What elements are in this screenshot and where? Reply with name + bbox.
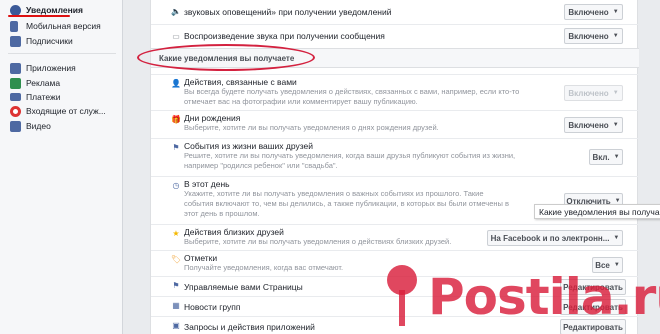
settings-row-birthdays: 🎁 Дни рождения Выберите, хотите ли вы по… [151, 110, 639, 138]
life-events-dropdown[interactable]: Вкл. ▼ [589, 149, 623, 165]
sound-dropdown[interactable]: Включено ▼ [564, 4, 623, 20]
row-title: Управляемые вами Страницы [184, 282, 303, 292]
globe-icon [10, 4, 21, 16]
tooltip: Какие уведомления вы получаете [534, 204, 660, 219]
apps-icon [10, 62, 21, 74]
video-icon [10, 120, 21, 132]
dropdown-label: Включено [568, 88, 609, 98]
settings-sidebar: Уведомления Мобильная версия Подписчики … [0, 0, 123, 334]
row-title: звуковых оповещений» при получении уведо… [184, 7, 392, 17]
row-description: Укажите, хотите ли вы получать уведомлен… [184, 189, 509, 218]
sidebar-item-support-inbox[interactable]: Входящие от служ... [10, 104, 106, 118]
red-underline-mark [8, 15, 70, 17]
sidebar-item-apps[interactable]: Приложения [10, 61, 76, 75]
page-flag-icon: ⚑ [172, 280, 180, 290]
sidebar-item-label: Уведомления [26, 5, 83, 15]
activity-dropdown: Включено ▼ [564, 85, 623, 101]
sidebar-item-label: Мобильная версия [26, 21, 101, 31]
mobile-icon [10, 20, 18, 32]
row-description: Решите, хотите ли вы получать уведомлени… [184, 151, 516, 170]
row-description: Вы всегда будете получать уведомления о … [184, 87, 520, 106]
ads-icon [10, 77, 21, 89]
dropdown-label: Вкл. [592, 152, 610, 162]
caret-down-icon: ▼ [612, 90, 619, 96]
close-friends-dropdown[interactable]: На Facebook и по электронн... ▼ [487, 230, 623, 246]
dropdown-label: На Facebook и по электронн... [490, 233, 610, 243]
app-icon: ▣ [172, 320, 180, 330]
sidebar-item-video[interactable]: Видео [10, 119, 51, 133]
sidebar-item-ads[interactable]: Реклама [10, 76, 60, 90]
dropdown-label: Включено [568, 120, 609, 130]
settings-row-sound-notifications: 🔈 звуковых оповещений» при получении уве… [151, 0, 639, 24]
caret-down-icon: ▼ [613, 235, 620, 241]
row-title: Запросы и действия приложений [184, 322, 315, 332]
row-title: Новости групп [184, 302, 241, 312]
sidebar-item-label: Видео [26, 121, 51, 131]
card-icon [10, 93, 21, 101]
pin-icon [387, 265, 417, 326]
sidebar-divider [8, 53, 116, 54]
group-icon: ▦ [172, 300, 180, 310]
sidebar-item-followers[interactable]: Подписчики [10, 34, 73, 48]
watermark-logo: Postila.ru [428, 268, 660, 326]
caret-down-icon: ▼ [613, 154, 620, 160]
dropdown-label: Включено [568, 31, 609, 41]
row-title: Действия близких друзей [184, 227, 284, 237]
row-description: Выберите, хотите ли вы получать уведомле… [184, 123, 439, 132]
birthdays-dropdown[interactable]: Включено ▼ [564, 117, 623, 133]
settings-row-life-events: ⚑ События из жизни ваших друзей Решите, … [151, 138, 639, 176]
sidebar-item-label: Входящие от служ... [26, 106, 106, 116]
speaker-icon: 🔈 [171, 6, 181, 16]
tag-icon: 🏷 [170, 254, 182, 264]
highlight-oval [137, 44, 315, 71]
settings-row-close-friends: ★ Действия близких друзей Выберите, хоти… [151, 224, 639, 250]
caret-down-icon: ▼ [612, 122, 619, 128]
message-sound-dropdown[interactable]: Включено ▼ [564, 28, 623, 44]
sidebar-item-label: Приложения [26, 63, 76, 73]
sidebar-item-mobile[interactable]: Мобильная версия [10, 19, 101, 33]
flag-icon: ⚑ [172, 142, 180, 152]
rss-icon [10, 35, 21, 47]
row-title: Действия, связанные с вами [184, 77, 297, 87]
row-title: Дни рождения [184, 113, 241, 123]
gift-icon: 🎁 [171, 114, 181, 124]
row-title: Отметки [184, 253, 218, 263]
star-icon: ★ [172, 228, 180, 238]
clock-icon: ◷ [172, 180, 180, 190]
row-description: Выберите, хотите ли вы получать уведомле… [184, 237, 452, 246]
sidebar-item-label: Реклама [26, 78, 61, 88]
dropdown-label: Включено [568, 7, 609, 17]
row-title: В этот день [184, 179, 230, 189]
caret-down-icon: ▼ [612, 33, 619, 39]
row-title: Воспроизведение звука при получении сооб… [184, 31, 385, 41]
caret-down-icon: ▼ [612, 9, 619, 15]
sidebar-item-payments[interactable]: Платежи [10, 90, 60, 104]
chat-icon: ▭ [172, 31, 180, 41]
settings-row-activity-about-you: 👤 Действия, связанные с вами Вы всегда б… [151, 74, 639, 110]
sidebar-item-label: Подписчики [26, 36, 73, 46]
sidebar-item-label: Платежи [26, 92, 61, 102]
row-title: События из жизни ваших друзей [184, 141, 314, 151]
lifebuoy-icon [10, 105, 21, 117]
person-icon: 👤 [171, 78, 181, 88]
